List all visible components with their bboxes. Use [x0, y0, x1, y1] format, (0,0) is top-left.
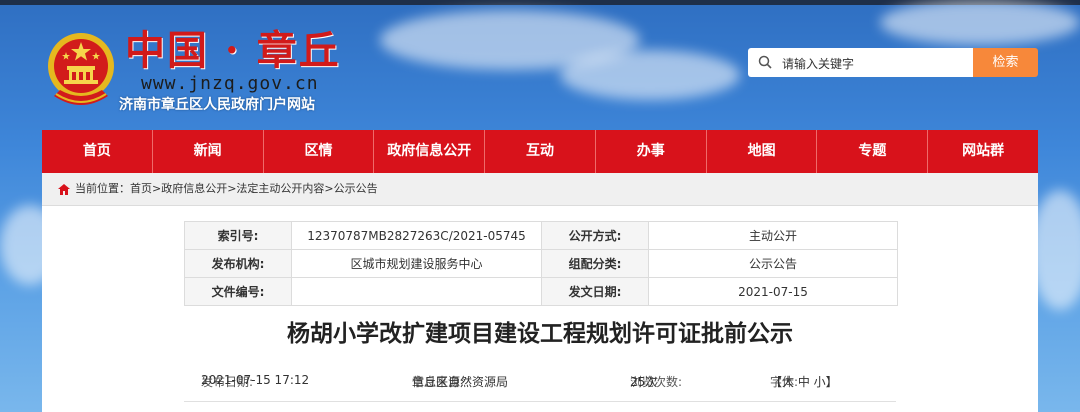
nav-item-district[interactable]: 区情: [264, 130, 375, 173]
view-count-value: 25次: [630, 375, 658, 389]
publish-date-value: 2021-07-15 17:12: [201, 373, 310, 387]
breadcrumb: 当前位置：首页>政府信息公开>法定主动公开内容>公示公告: [42, 173, 1038, 206]
index-label: 索引号:: [184, 221, 292, 250]
table-row: 文件编号: 发文日期: 2021-07-15: [184, 277, 898, 306]
date-value: 2021-07-15: [648, 277, 898, 306]
nav-item-news[interactable]: 新闻: [153, 130, 264, 173]
table-row: 索引号: 12370787MB2827263C/2021-05745 公开方式:…: [184, 221, 898, 250]
home-icon: [58, 184, 70, 195]
logo-subtitle: 济南市章丘区人民政府门户网站: [119, 97, 315, 113]
info-source-value: 章丘区自然资源局: [412, 375, 509, 389]
site-logo[interactable]: 中国 · 章丘 www.jnzq.gov.cn 济南市章丘区人民政府门户网站: [119, 27, 341, 115]
index-value: 12370787MB2827263C/2021-05745: [291, 221, 542, 250]
logo-title: 中国 · 章丘: [125, 27, 341, 74]
search-input[interactable]: [780, 48, 969, 79]
publisher-value: 区城市规划建设服务中心: [291, 249, 542, 278]
national-emblem-icon: [48, 33, 114, 105]
nav-item-site-group[interactable]: 网站群: [928, 130, 1038, 173]
font-size-options[interactable]: 【大 中 小】: [770, 373, 838, 390]
nav-item-services[interactable]: 办事: [596, 130, 707, 173]
open-mode-label: 公开方式:: [541, 221, 649, 250]
divider: [184, 401, 896, 402]
breadcrumb-path[interactable]: 首页>政府信息公开>法定主动公开内容>公示公告: [130, 182, 378, 195]
site-header: 中国 · 章丘 www.jnzq.gov.cn 济南市章丘区人民政府门户网站 检…: [0, 5, 1080, 129]
publisher-label: 发布机构:: [184, 249, 292, 278]
article-title: 杨胡小学改扩建项目建设工程规划许可证批前公示: [287, 321, 793, 347]
main-content: 当前位置：首页>政府信息公开>法定主动公开内容>公示公告 索引号: 123707…: [42, 173, 1038, 412]
article-meta: 发布日期: 2021-07-15 17:12 信息来源: 章丘区自然资源局 浏览…: [42, 373, 1038, 391]
breadcrumb-label: 当前位置：: [75, 182, 130, 195]
search-button[interactable]: 检索: [973, 48, 1038, 77]
search-bar: 检索: [748, 48, 1038, 79]
info-table: 索引号: 12370787MB2827263C/2021-05745 公开方式:…: [184, 221, 898, 306]
search-box: [748, 48, 973, 79]
open-mode-value: 主动公开: [648, 221, 898, 250]
logo-url: www.jnzq.gov.cn: [141, 73, 319, 94]
nav-item-map[interactable]: 地图: [707, 130, 818, 173]
nav-item-gov-info[interactable]: 政府信息公开: [374, 130, 486, 173]
search-icon: [758, 55, 772, 69]
table-row: 发布机构: 区城市规划建设服务中心 组配分类: 公示公告: [184, 249, 898, 278]
doc-no-value: [291, 277, 542, 306]
nav-item-topics[interactable]: 专题: [817, 130, 929, 173]
date-label: 发文日期:: [541, 277, 649, 306]
doc-no-label: 文件编号:: [184, 277, 292, 306]
nav-item-home[interactable]: 首页: [42, 130, 153, 173]
category-label: 组配分类:: [541, 249, 649, 278]
breadcrumb-text: 当前位置：首页>政府信息公开>法定主动公开内容>公示公告: [75, 173, 378, 205]
category-value: 公示公告: [648, 249, 898, 278]
main-nav: 首页 新闻 区情 政府信息公开 互动 办事 地图 专题 网站群: [42, 130, 1038, 173]
nav-item-interaction[interactable]: 互动: [485, 130, 596, 173]
